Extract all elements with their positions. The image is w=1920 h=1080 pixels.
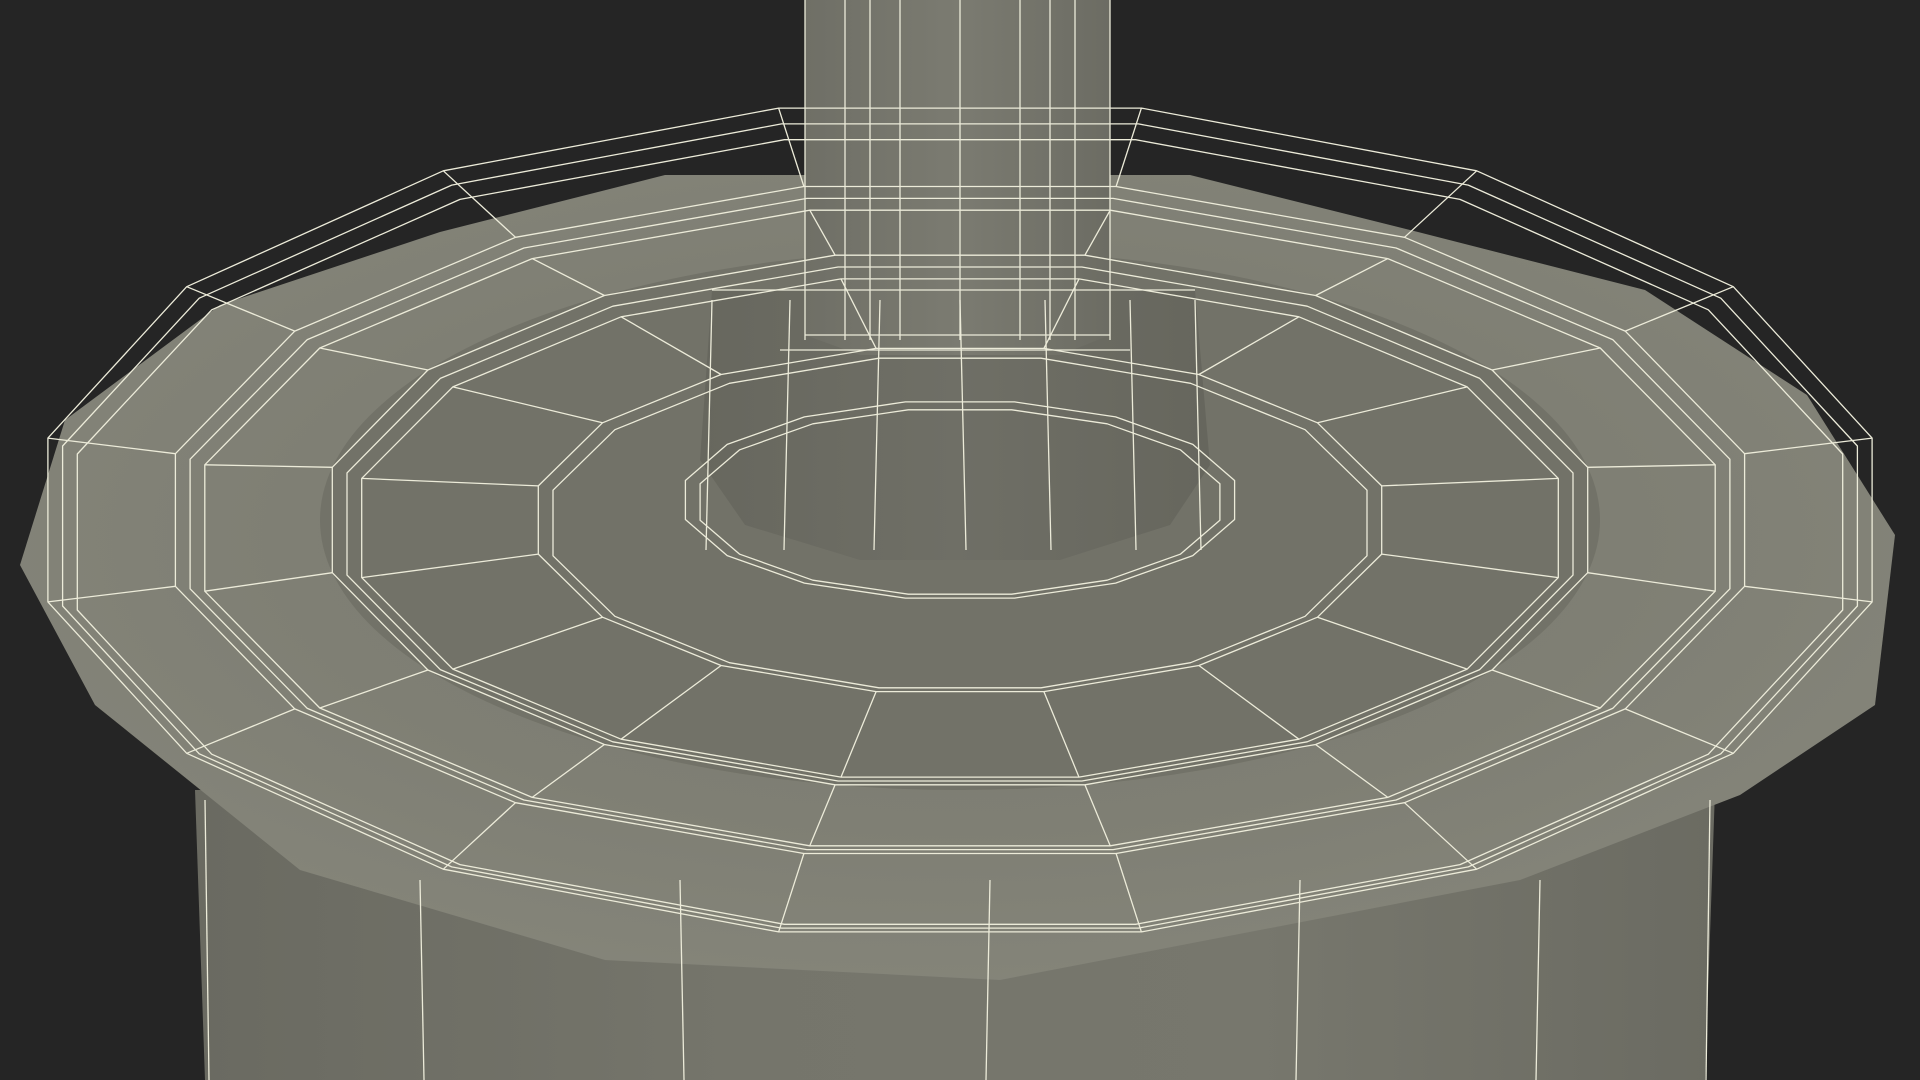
wireframe-render bbox=[20, 0, 1895, 1080]
mesh-spoke-outer bbox=[1404, 170, 1478, 238]
pole bbox=[805, 0, 1110, 355]
render-viewport bbox=[0, 0, 1920, 1080]
mesh-spoke-outer bbox=[1115, 107, 1143, 187]
mesh-spoke-outer bbox=[777, 107, 805, 187]
